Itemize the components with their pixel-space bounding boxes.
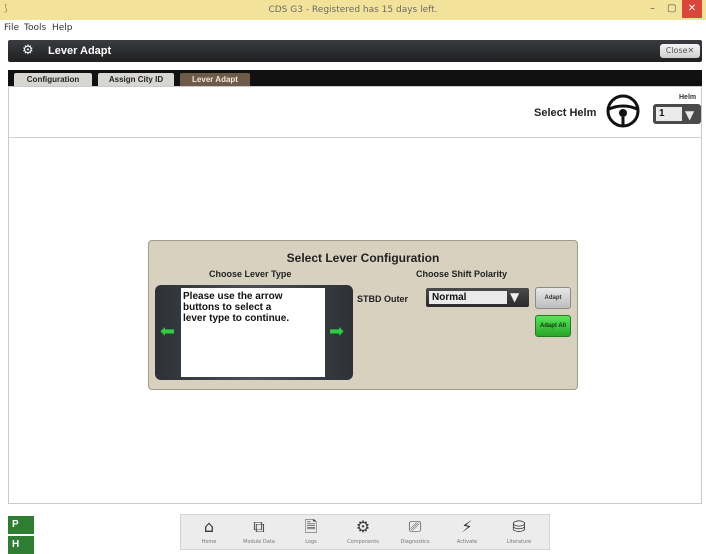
nav-label: Home — [201, 539, 217, 545]
components-icon: ⚙ — [355, 517, 371, 536]
nav-literature[interactable]: ⛁ Literature — [497, 517, 541, 545]
nav-label: Components — [347, 539, 379, 545]
helm-dropdown[interactable]: 1 ▼ — [653, 104, 701, 124]
polarity-heading: Choose Shift Polarity — [416, 269, 508, 279]
maximize-button[interactable]: ▢ — [667, 3, 676, 14]
gear-icon: ⚙ — [22, 43, 34, 58]
bottom-bar: P H ⌂ Home ⧉ Module Data 🗎 Logs ⚙ Compon… — [0, 512, 706, 554]
home-icon: ⌂ — [203, 517, 215, 536]
nav-label: Module Data — [243, 539, 275, 545]
helm-select-label: Helm — [679, 94, 697, 101]
tab-strip: Configuration Assign City ID Lever Adapt — [8, 70, 702, 86]
diagnostics-icon: ⎚ — [408, 517, 422, 536]
activate-icon: ⚡ — [461, 517, 473, 536]
polarity-value: Normal — [429, 291, 507, 304]
shift-polarity-dropdown[interactable]: Normal ▼ — [426, 288, 529, 307]
helm-dropdown-value: 1 — [656, 107, 682, 121]
minimize-button[interactable]: – — [650, 3, 655, 14]
nav-label: Diagnostics — [400, 539, 430, 545]
literature-icon: ⛁ — [512, 517, 526, 536]
menu-tools[interactable]: Tools — [24, 23, 46, 33]
nav-label: Activate — [456, 539, 478, 545]
chevron-down-icon: ▼ — [685, 108, 695, 122]
tab-assign-city-id[interactable]: Assign City ID — [98, 73, 174, 86]
nav-label: Logs — [305, 539, 317, 545]
bottom-nav: ⌂ Home ⧉ Module Data 🗎 Logs ⚙ Components… — [180, 514, 550, 550]
lever-type-heading: Choose Lever Type — [209, 269, 292, 279]
adapt-button[interactable]: Adapt — [535, 287, 571, 309]
module-data-icon: ⧉ — [253, 517, 265, 536]
h-badge: H — [8, 536, 34, 554]
nav-activate[interactable]: ⚡ Activate — [445, 517, 489, 545]
window-titlebar: ⟆ CDS G3 - Registered has 15 days left. … — [0, 0, 706, 20]
nav-diagnostics[interactable]: ⎚ Diagnostics — [393, 517, 437, 545]
next-arrow-icon[interactable]: ➡ — [329, 321, 344, 342]
nav-module-data[interactable]: ⧉ Module Data — [237, 517, 281, 545]
nav-label: Literature — [506, 539, 532, 545]
select-helm-label: Select Helm — [534, 107, 597, 119]
nav-logs[interactable]: 🗎 Logs — [289, 517, 333, 545]
tab-lever-adapt[interactable]: Lever Adapt — [180, 73, 250, 86]
stbd-outer-label: STBD Outer — [357, 294, 409, 304]
nav-components[interactable]: ⚙ Components — [341, 517, 385, 545]
divider — [9, 137, 701, 138]
steering-wheel-icon — [606, 94, 640, 128]
page-header: ⚙ Lever Adapt Close✕ — [8, 40, 702, 62]
menu-help[interactable]: Help — [52, 23, 73, 33]
tab-configuration[interactable]: Configuration — [14, 73, 92, 86]
menu-bar: File Tools Help — [0, 20, 706, 36]
lever-instructions: Please use the arrow buttons to select a… — [183, 291, 290, 324]
adapt-all-button[interactable]: Adapt All — [535, 315, 571, 337]
logs-icon: 🗎 — [304, 517, 318, 536]
lever-config-dialog: Select Lever Configuration Choose Lever … — [148, 240, 578, 390]
previous-arrow-icon[interactable]: ⬅ — [160, 321, 175, 342]
lever-type-viewer: ⬅ Please use the arrow buttons to select… — [155, 285, 353, 380]
window-title: CDS G3 - Registered has 15 days left. — [268, 5, 438, 15]
chevron-down-icon: ▼ — [510, 290, 520, 304]
p-badge: P — [8, 516, 34, 534]
window-close-button[interactable]: ✕ — [682, 0, 702, 18]
page-title: Lever Adapt — [48, 45, 112, 57]
dialog-title: Select Lever Configuration — [286, 251, 440, 265]
menu-file[interactable]: File — [4, 23, 19, 33]
nav-home[interactable]: ⌂ Home — [187, 517, 231, 545]
close-button[interactable]: Close✕ — [660, 44, 700, 58]
